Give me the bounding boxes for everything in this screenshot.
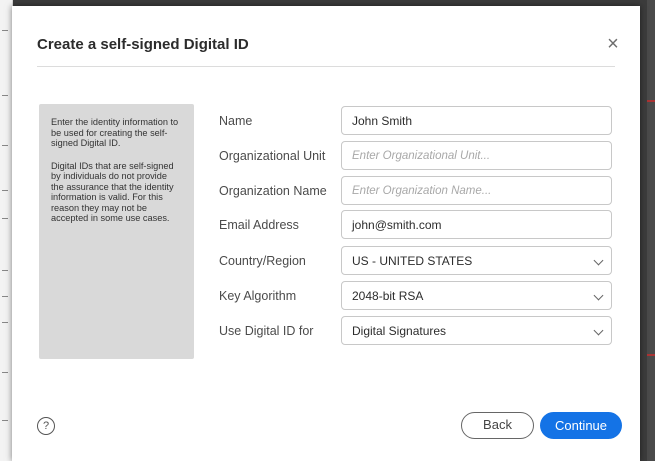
- country-row: Country/Region US - UNITED STATES: [219, 246, 613, 277]
- key-algorithm-row: Key Algorithm 2048-bit RSA: [219, 281, 613, 312]
- header-divider: [37, 66, 615, 67]
- name-field[interactable]: John Smith: [341, 106, 612, 135]
- country-select[interactable]: US - UNITED STATES: [341, 246, 612, 275]
- back-button[interactable]: Back: [461, 412, 534, 439]
- org-name-row: Organization Name Enter Organization Nam…: [219, 176, 613, 207]
- email-label: Email Address: [219, 218, 299, 232]
- dialog-title: Create a self-signed Digital ID: [37, 36, 249, 53]
- help-icon[interactable]: ?: [37, 417, 55, 435]
- email-row: Email Address john@smith.com: [219, 210, 613, 241]
- org-unit-row: Organizational Unit Enter Organizational…: [219, 141, 613, 172]
- org-name-field[interactable]: Enter Organization Name...: [341, 176, 612, 205]
- use-for-row: Use Digital ID for Digital Signatures: [219, 316, 613, 347]
- org-unit-field[interactable]: Enter Organizational Unit...: [341, 141, 612, 170]
- name-row: Name John Smith: [219, 106, 613, 137]
- name-label: Name: [219, 114, 253, 128]
- org-unit-label: Organizational Unit: [219, 149, 326, 163]
- info-text-warning: Digital IDs that are self-signed by indi…: [51, 160, 174, 224]
- self-signed-digital-id-dialog: Create a self-signed Digital ID × Enter …: [12, 6, 640, 461]
- background-document-right: [647, 0, 655, 461]
- close-icon[interactable]: ×: [604, 34, 622, 54]
- key-algorithm-label: Key Algorithm: [219, 289, 297, 303]
- country-label: Country/Region: [219, 254, 306, 268]
- use-for-select[interactable]: Digital Signatures: [341, 316, 612, 345]
- info-text-intro: Enter the identity information to be use…: [51, 117, 179, 148]
- info-panel: Enter the identity information to be use…: [39, 104, 194, 359]
- key-algorithm-select[interactable]: 2048-bit RSA: [341, 281, 612, 310]
- email-field[interactable]: john@smith.com: [341, 210, 612, 239]
- continue-button[interactable]: Continue: [540, 412, 622, 439]
- use-for-label: Use Digital ID for: [219, 324, 314, 338]
- org-name-label: Organization Name: [219, 184, 327, 198]
